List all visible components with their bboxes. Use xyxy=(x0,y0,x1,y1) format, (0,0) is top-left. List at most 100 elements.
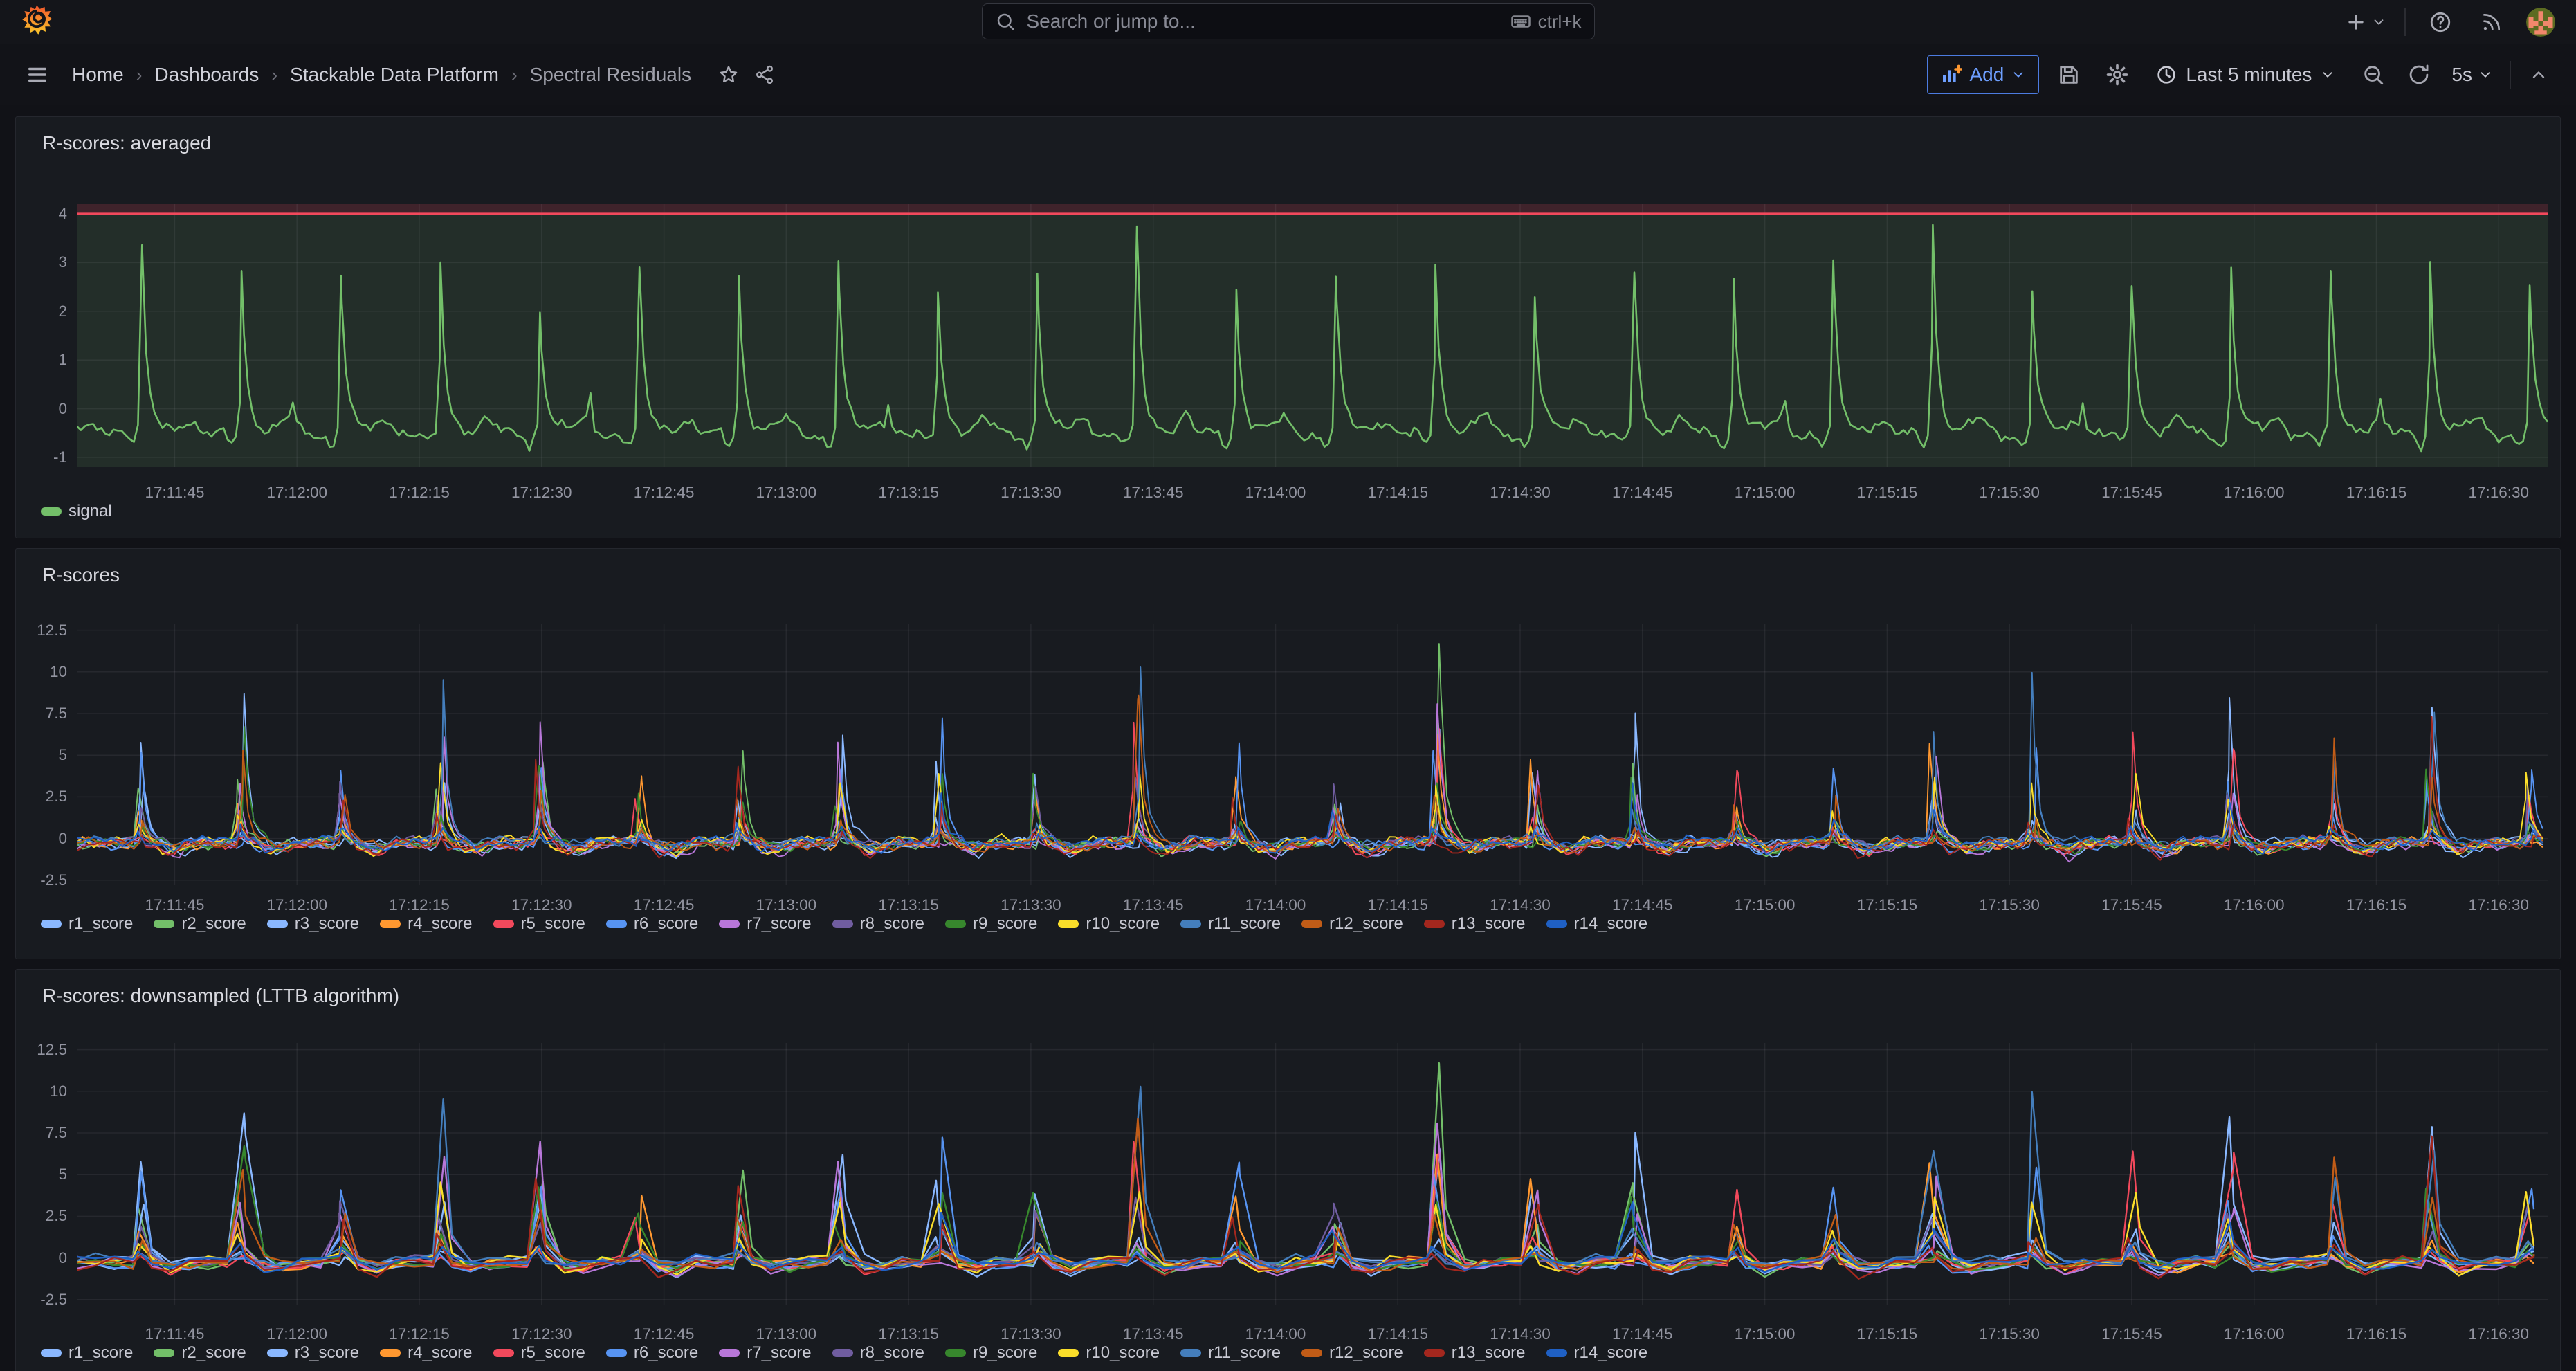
legend-swatch xyxy=(945,1349,966,1357)
panel-r-scores-averaged: R-scores: averaged signal 43210-117:11:4… xyxy=(15,116,2561,538)
legend-swatch xyxy=(1180,1349,1201,1357)
save-icon xyxy=(2057,63,2081,87)
x-axis-tick: 17:15:30 xyxy=(1979,1325,2040,1343)
legend-item-r3_score[interactable]: r3_score xyxy=(267,914,359,934)
legend-item-r14_score[interactable]: r14_score xyxy=(1546,1343,1648,1363)
x-axis-tick: 17:15:15 xyxy=(1857,896,1918,914)
x-axis-tick: 17:13:00 xyxy=(756,484,817,502)
legend-label: r10_score xyxy=(1086,1343,1160,1363)
x-axis-tick: 17:16:00 xyxy=(2224,484,2285,502)
y-axis-tick: -1 xyxy=(17,448,67,466)
legend-item-r5_score[interactable]: r5_score xyxy=(493,1343,585,1363)
y-axis-tick: 10 xyxy=(17,1082,67,1100)
x-axis-tick: 17:12:00 xyxy=(266,896,327,914)
chevron-down-icon xyxy=(2478,67,2493,82)
x-axis-tick: 17:13:15 xyxy=(878,1325,939,1343)
legend-item-r6_score[interactable]: r6_score xyxy=(606,1343,698,1363)
legend-item-r13_score[interactable]: r13_score xyxy=(1424,1343,1526,1363)
refresh-button[interactable] xyxy=(2403,55,2435,94)
help-button[interactable] xyxy=(2424,6,2457,39)
refresh-interval-picker[interactable]: 5s xyxy=(2446,55,2499,94)
grafana-app: ctrl+k xyxy=(0,0,2576,1371)
legend-swatch xyxy=(719,920,740,928)
save-dashboard-button[interactable] xyxy=(2050,55,2088,94)
x-axis-tick: 17:14:00 xyxy=(1245,1325,1306,1343)
y-axis-tick: 7.5 xyxy=(17,705,67,723)
collapse-toolbar-button[interactable] xyxy=(2522,55,2555,94)
add-panel-button[interactable]: Add xyxy=(1927,55,2039,94)
x-axis-tick: 17:12:45 xyxy=(634,484,695,502)
legend-item-r4_score[interactable]: r4_score xyxy=(380,1343,472,1363)
legend-item-r1_score[interactable]: r1_score xyxy=(41,914,133,934)
legend-label: r8_score xyxy=(860,1343,924,1363)
y-axis-tick: 2.5 xyxy=(17,1207,67,1225)
keyboard-icon xyxy=(1510,11,1531,32)
legend-item-r4_score[interactable]: r4_score xyxy=(380,914,472,934)
legend-label: r3_score xyxy=(295,1343,359,1363)
legend-item-r7_score[interactable]: r7_score xyxy=(719,1343,811,1363)
legend-swatch xyxy=(1546,1349,1567,1357)
legend-item-r9_score[interactable]: r9_score xyxy=(945,1343,1037,1363)
x-axis-tick: 17:13:15 xyxy=(878,896,939,914)
legend-label: r1_score xyxy=(68,914,133,934)
legend-label: r7_score xyxy=(747,1343,811,1363)
legend-item-r8_score[interactable]: r8_score xyxy=(832,1343,924,1363)
legend-swatch xyxy=(267,1349,288,1357)
legend-item-r12_score[interactable]: r12_score xyxy=(1301,1343,1403,1363)
breadcrumb-home[interactable]: Home xyxy=(72,64,124,86)
legend-item-r1_score[interactable]: r1_score xyxy=(41,1343,133,1363)
breadcrumb-dashboards[interactable]: Dashboards xyxy=(154,64,259,86)
chart-canvas[interactable] xyxy=(16,117,2560,538)
legend-swatch xyxy=(154,1349,174,1357)
mega-menu-toggle[interactable] xyxy=(21,58,54,91)
panel-title[interactable]: R-scores xyxy=(42,564,120,586)
legend-label: r14_score xyxy=(1574,1343,1648,1363)
legend-item-r2_score[interactable]: r2_score xyxy=(154,914,246,934)
grafana-logo-icon xyxy=(21,4,53,36)
x-axis-tick: 17:12:45 xyxy=(634,1325,695,1343)
panel-title[interactable]: R-scores: downsampled (LTTB algorithm) xyxy=(42,985,399,1007)
legend-item-r11_score[interactable]: r11_score xyxy=(1180,1343,1281,1363)
global-search[interactable]: ctrl+k xyxy=(982,3,1595,39)
legend-item-r14_score[interactable]: r14_score xyxy=(1546,914,1648,934)
legend-item-r5_score[interactable]: r5_score xyxy=(493,914,585,934)
search-input[interactable] xyxy=(1025,10,1501,33)
x-axis-tick: 17:13:30 xyxy=(1001,896,1061,914)
user-avatar[interactable] xyxy=(2526,8,2555,37)
legend-item-r10_score[interactable]: r10_score xyxy=(1058,1343,1160,1363)
legend-item-r3_score[interactable]: r3_score xyxy=(267,1343,359,1363)
legend-item-r7_score[interactable]: r7_score xyxy=(719,914,811,934)
breadcrumb-separator: › xyxy=(271,64,277,86)
legend-item-r11_score[interactable]: r11_score xyxy=(1180,914,1281,934)
legend-item-r12_score[interactable]: r12_score xyxy=(1301,914,1403,934)
dashboard-settings-button[interactable] xyxy=(2099,55,2136,94)
dashboard-quick-actions xyxy=(713,60,780,90)
x-axis-tick: 17:14:45 xyxy=(1612,896,1673,914)
zoom-out-time-button[interactable] xyxy=(2355,55,2392,94)
legend-item-r13_score[interactable]: r13_score xyxy=(1424,914,1526,934)
legend-item-r10_score[interactable]: r10_score xyxy=(1058,914,1160,934)
new-menu-button[interactable] xyxy=(2345,11,2386,33)
x-axis-tick: 17:15:00 xyxy=(1735,484,1796,502)
time-range-picker[interactable]: Last 5 minutes xyxy=(2147,55,2344,94)
chart-canvas[interactable] xyxy=(16,970,2560,1371)
panel-title[interactable]: R-scores: averaged xyxy=(42,132,211,154)
share-button[interactable] xyxy=(749,60,780,90)
legend-item-r6_score[interactable]: r6_score xyxy=(606,914,698,934)
x-axis-tick: 17:12:30 xyxy=(511,484,572,502)
breadcrumb-current: Spectral Residuals xyxy=(530,64,691,86)
news-button[interactable] xyxy=(2475,6,2508,39)
legend-item-r8_score[interactable]: r8_score xyxy=(832,914,924,934)
legend-label: r9_score xyxy=(973,914,1037,934)
legend-item-signal[interactable]: signal xyxy=(41,502,112,521)
grafana-home-button[interactable] xyxy=(21,4,53,39)
legend-swatch xyxy=(1301,1349,1322,1357)
legend-item-r9_score[interactable]: r9_score xyxy=(945,914,1037,934)
legend-item-r2_score[interactable]: r2_score xyxy=(154,1343,246,1363)
breadcrumb-folder[interactable]: Stackable Data Platform xyxy=(290,64,499,86)
favorite-button[interactable] xyxy=(713,60,744,90)
y-axis-tick: 5 xyxy=(17,1165,67,1183)
x-axis-tick: 17:16:00 xyxy=(2224,896,2285,914)
legend-swatch xyxy=(1424,1349,1445,1357)
add-button-label: Add xyxy=(1969,64,2004,86)
